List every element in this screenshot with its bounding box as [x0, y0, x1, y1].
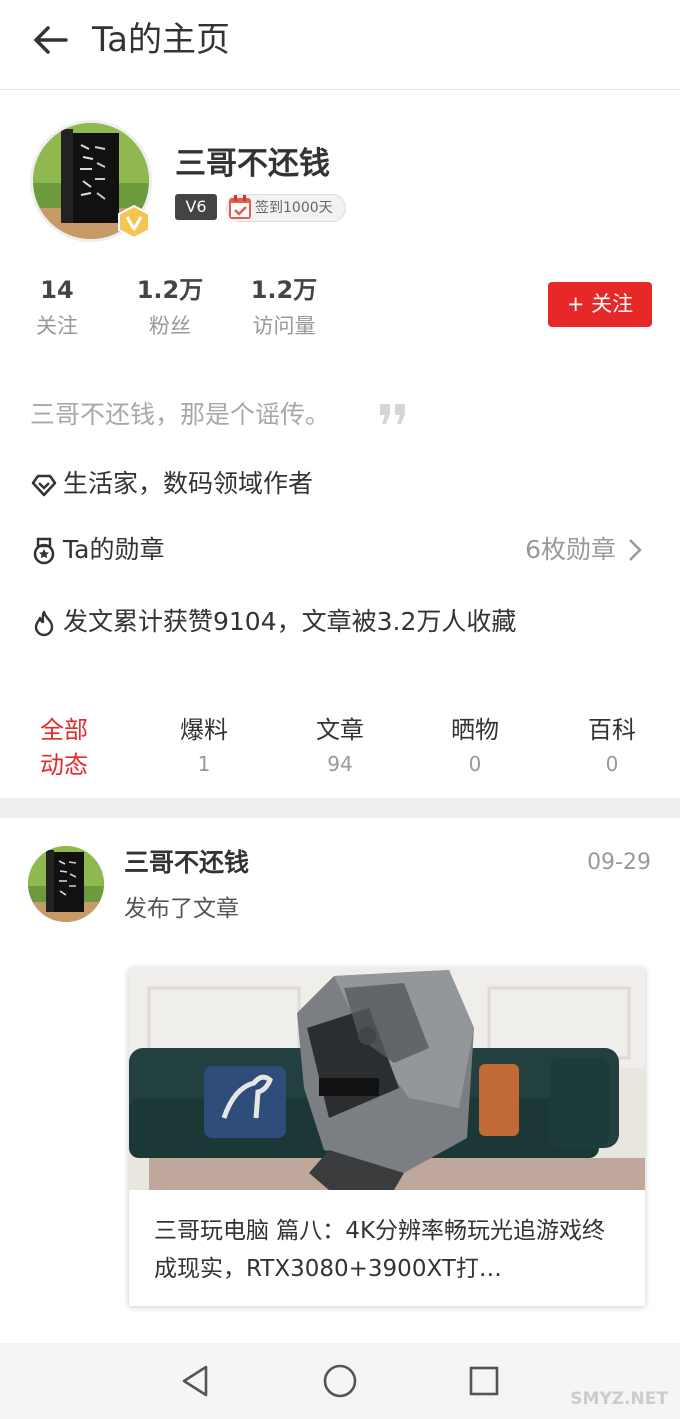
article-card[interactable]: 三哥玩电脑 篇八：4K分辨率畅玩光追游戏终成现实，RTX3080+3900XT打…	[129, 968, 645, 1306]
system-nav-bar: SMYZ.NET	[0, 1343, 680, 1419]
profile-page: Ta的主页 三哥不还钱 V6 签到1000天 14 关注 1.2万 粉丝 1.2…	[0, 0, 680, 1419]
article-cover-image	[129, 968, 645, 1190]
top-bar: Ta的主页	[0, 0, 680, 90]
tab-articles[interactable]: 文章 94	[290, 713, 390, 779]
signin-text: 签到1000天	[255, 200, 333, 216]
stat-fans[interactable]: 1.2万 粉丝	[126, 275, 214, 341]
stat-label: 粉丝	[149, 314, 191, 338]
stat-number: 1.2万	[136, 276, 204, 304]
avatar-image	[28, 846, 104, 922]
quote-mark-icon	[380, 404, 405, 424]
tab-label: 爆料	[180, 716, 228, 744]
chevron-right-icon[interactable]	[622, 536, 646, 564]
medals-label: Ta的勋章	[63, 535, 165, 564]
tab-count: 1	[197, 752, 211, 776]
role-text: 生活家，数码领域作者	[63, 469, 314, 498]
tab-label: 百科	[588, 716, 636, 744]
nav-back-triangle-icon[interactable]	[176, 1361, 216, 1401]
tab-shaiwu[interactable]: 晒物 0	[425, 713, 525, 779]
tab-baike[interactable]: 百科 0	[562, 713, 662, 779]
feed-avatar[interactable]	[28, 846, 104, 922]
calendar-check-icon	[229, 195, 251, 219]
stat-number: 1.2万	[250, 276, 318, 304]
medals-count[interactable]: 6枚勋章	[525, 533, 616, 567]
tab-baoliao[interactable]: 爆料 1	[154, 713, 254, 779]
page-title: Ta的主页	[92, 20, 230, 60]
likes-text: 发文累计获赞9104，文章被3.2万人收藏	[63, 607, 517, 636]
tab-label: 晒物	[451, 716, 499, 744]
profile-motto: 三哥不还钱，那是个谣传。	[30, 400, 331, 429]
avatar[interactable]	[30, 120, 152, 242]
tab-label-line1: 全部	[40, 716, 88, 744]
flame-icon	[34, 610, 54, 637]
tab-label: 文章	[316, 716, 364, 744]
verified-v-badge-icon	[118, 204, 150, 240]
feed-action-text: 发布了文章	[124, 896, 239, 922]
stat-visits[interactable]: 1.2万 访问量	[238, 275, 330, 341]
nav-home-circle-icon[interactable]	[320, 1361, 360, 1401]
tab-count: 0	[605, 752, 619, 776]
tab-count: 94	[327, 752, 353, 776]
stat-label: 访问量	[252, 314, 316, 338]
tab-all-activity[interactable]: 全部 动态	[40, 713, 100, 783]
medals-row[interactable]: Ta的勋章	[30, 533, 330, 567]
diamond-icon	[31, 474, 57, 497]
likes-row: 发文累计获赞9104，文章被3.2万人收藏	[30, 605, 590, 639]
follow-button[interactable]: + 关注	[548, 282, 652, 327]
watermark: SMYZ.NET	[570, 1389, 668, 1409]
username: 三哥不还钱	[175, 146, 330, 182]
feed-author-name[interactable]: 三哥不还钱	[124, 846, 249, 880]
level-badge: V6	[175, 194, 217, 220]
medal-icon	[33, 537, 55, 565]
back-arrow-icon[interactable]	[26, 18, 74, 66]
stat-label: 关注	[36, 314, 78, 338]
stat-number: 14	[40, 276, 74, 304]
section-divider	[0, 798, 680, 818]
stat-following[interactable]: 14 关注	[18, 275, 96, 341]
article-title: 三哥玩电脑 篇八：4K分辨率畅玩光追游戏终成现实，RTX3080+3900XT打…	[154, 1218, 606, 1282]
tab-label-line2: 动态	[40, 751, 88, 779]
feed-date: 09-29	[587, 850, 651, 875]
signin-badge: 签到1000天	[226, 194, 346, 222]
tab-count: 0	[468, 752, 482, 776]
role-row: 生活家，数码领域作者	[30, 467, 430, 501]
nav-recents-square-icon[interactable]	[464, 1361, 504, 1401]
